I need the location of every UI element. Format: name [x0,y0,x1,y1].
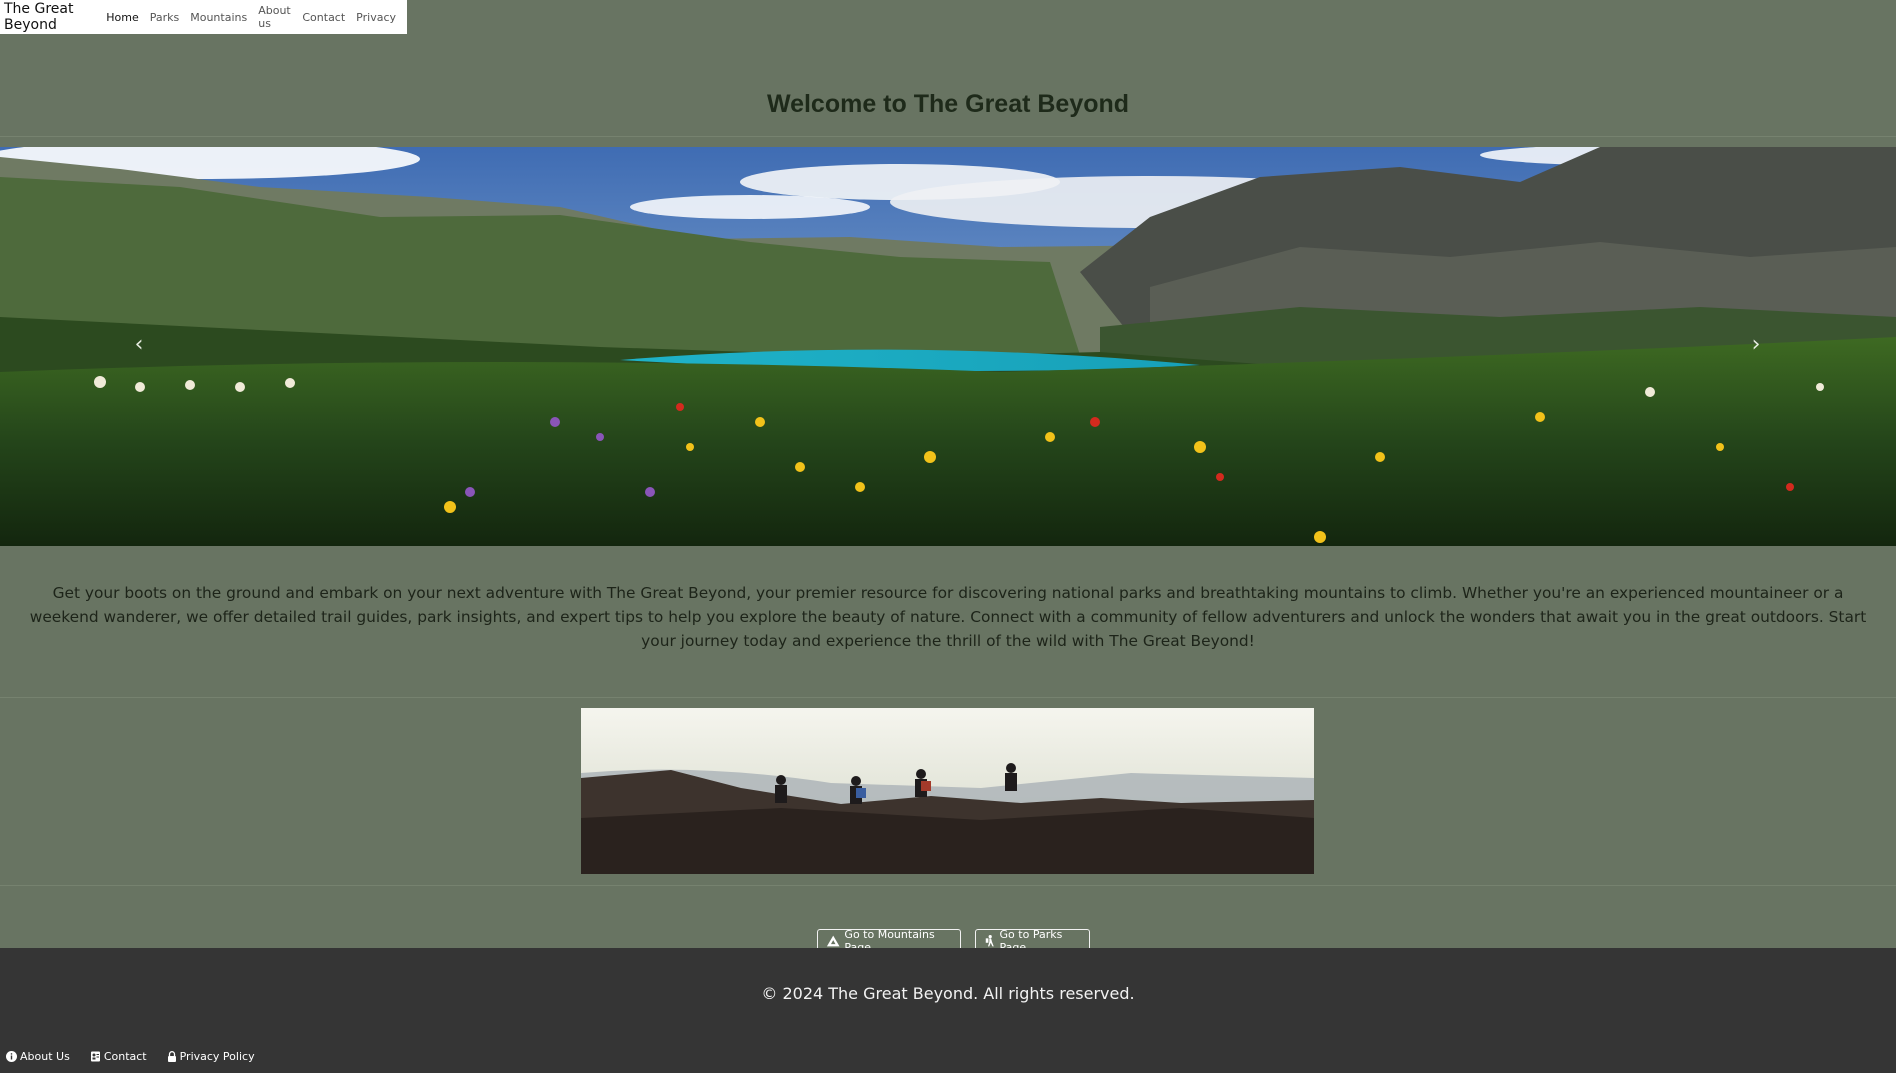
footer-contact-link[interactable]: Contact [90,1050,147,1063]
info-icon [6,1051,17,1062]
nav-home[interactable]: Home [106,11,138,24]
hiker-icon [985,934,994,946]
mountain-icon [826,935,840,946]
copyright-text: © 2024 The Great Beyond. All rights rese… [761,984,1135,1003]
footer-about-us-label: About Us [20,1050,70,1063]
contact-card-icon [90,1051,100,1062]
page-title: Welcome to The Great Beyond [766,90,1130,118]
nav-about-us[interactable]: About us [258,4,291,30]
nav-mountains[interactable]: Mountains [190,11,247,24]
divider [0,885,1896,886]
divider [0,697,1896,698]
nav-privacy[interactable]: Privacy [356,11,396,24]
footer-links: About Us Contact Privacy Policy [6,1050,275,1063]
footer-privacy-policy-link[interactable]: Privacy Policy [167,1050,255,1063]
carousel-prev-button[interactable]: ‹ [124,330,154,360]
carousel-next-button[interactable]: › [1741,330,1771,360]
divider [0,136,1896,137]
footer-about-us-link[interactable]: About Us [6,1050,70,1063]
footer: © 2024 The Great Beyond. All rights rese… [0,948,1896,1073]
nav-contact[interactable]: Contact [302,11,345,24]
top-navbar: The Great Beyond Home Parks Mountains Ab… [0,0,407,34]
chevron-right-icon: › [1751,332,1761,357]
hero-carousel: ‹ › [0,147,1896,546]
footer-privacy-policy-label: Privacy Policy [179,1050,255,1063]
nav-parks[interactable]: Parks [150,11,180,24]
lock-icon [167,1051,176,1062]
hikers-image [581,708,1314,874]
hero-landscape-image [0,147,1896,546]
footer-contact-label: Contact [103,1050,147,1063]
chevron-left-icon: ‹ [134,332,144,357]
brand-link[interactable]: The Great Beyond [4,1,90,33]
intro-paragraph: Get your boots on the ground and embark … [29,584,1867,650]
